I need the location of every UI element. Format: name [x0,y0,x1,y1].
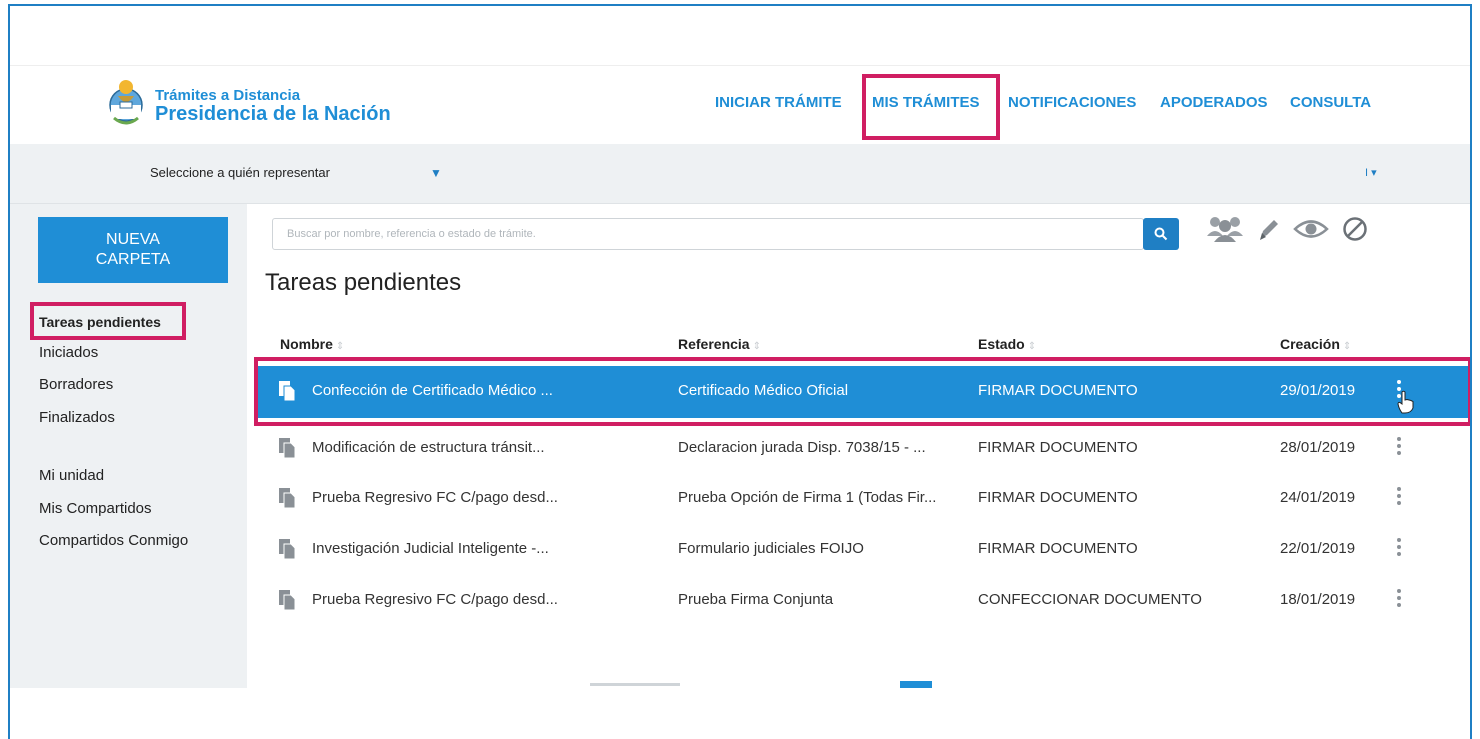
sort-icon: ⇕ [335,341,345,352]
cell-estado: CONFECCIONAR DOCUMENTO [978,591,1202,608]
pencil-icon[interactable] [1257,216,1281,242]
sidebar-item-finalizados[interactable]: Finalizados [39,409,115,426]
column-header-estado[interactable]: Estado ⇕ [978,336,1036,352]
sidebar-item-iniciados[interactable]: Iniciados [39,344,98,361]
cell-creacion: 28/01/2019 [1280,439,1356,456]
cell-estado: FIRMAR DOCUMENTO [978,489,1138,506]
table-row[interactable]: Modificación de estructura tránsit... De… [256,423,1470,475]
cell-referencia: Formulario judiciales FOIJO [678,540,864,557]
highlight-tareas-pendientes [30,302,186,340]
column-header-referencia[interactable]: Referencia ⇕ [678,336,761,352]
column-referencia-label: Referencia [678,336,750,352]
cell-estado: FIRMAR DOCUMENTO [978,439,1138,456]
brand-line1: Trámites a Distancia [155,87,301,104]
eye-icon[interactable] [1293,216,1329,242]
document-icon [279,438,296,459]
nav-consulta[interactable]: CONSULTA [1290,94,1371,111]
sidebar-item-mi-unidad[interactable]: Mi unidad [39,467,104,484]
row-menu-icon[interactable] [1397,437,1403,459]
cell-nombre: Investigación Judicial Inteligente -... [312,540,549,557]
document-icon [279,539,296,560]
cell-nombre: Modificación de estructura tránsit... [312,439,545,456]
column-creacion-label: Creación [1280,336,1340,352]
sidebar-item-borradores[interactable]: Borradores [39,376,113,393]
header: Trámites a Distancia Presidencia de la N… [10,66,1470,146]
group-icon[interactable] [1205,214,1245,244]
nav-apoderados[interactable]: APODERADOS [1160,94,1268,111]
nav-iniciar-tramite[interactable]: INICIAR TRÁMITE [715,94,842,111]
search-button[interactable] [1143,218,1179,250]
search-icon [1154,227,1168,241]
cell-creacion: 18/01/2019 [1280,591,1356,608]
pagination-current-page[interactable] [900,681,932,688]
highlight-selected-row [254,357,1470,426]
represent-dropdown-caret[interactable]: ▼ [430,166,442,180]
highlight-mis-tramites [862,74,1000,140]
app-window: Trámites a Distancia Presidencia de la N… [10,66,1470,688]
cell-referencia: Prueba Firma Conjunta [678,591,834,608]
toolbar [1205,214,1369,244]
national-seal-icon [109,80,143,125]
column-estado-label: Estado [978,336,1025,352]
sort-icon: ⇕ [1027,341,1037,352]
cell-creacion: 24/01/2019 [1280,489,1356,506]
sidebar-item-compartidos-conmigo[interactable]: Compartidos Conmigo [39,532,188,549]
table-row[interactable]: Investigación Judicial Inteligente -... … [256,524,1470,576]
user-dropdown-caret[interactable]: I ▾ [1365,166,1377,179]
represent-label[interactable]: Seleccione a quién representar [150,165,330,180]
column-header-nombre[interactable]: Nombre ⇕ [280,336,344,352]
row-menu-icon[interactable] [1397,589,1403,611]
search-input[interactable]: Buscar por nombre, referencia o estado d… [272,218,1144,250]
page-title: Tareas pendientes [265,269,462,296]
sort-icon: ⇕ [1342,341,1352,352]
table-row[interactable]: Prueba Regresivo FC C/pago desd... Prueb… [256,473,1470,525]
new-folder-label: NUEVA CARPETA [95,231,171,268]
column-header-creacion[interactable]: Creación ⇕ [1280,336,1351,352]
represent-bar: Seleccione a quién representar ▼ I ▾ [10,144,1470,204]
document-icon [279,488,296,509]
cell-creacion: 22/01/2019 [1280,540,1356,557]
brand-line2: Presidencia de la Nación [155,103,391,125]
row-menu-icon[interactable] [1397,538,1403,560]
cell-nombre: Prueba Regresivo FC C/pago desd... [312,591,558,608]
cell-nombre: Prueba Regresivo FC C/pago desd... [312,489,558,506]
ban-icon[interactable] [1341,215,1369,243]
row-menu-icon[interactable] [1397,487,1403,509]
sidebar-item-mis-compartidos[interactable]: Mis Compartidos [39,500,152,517]
table-row[interactable]: Prueba Regresivo FC C/pago desd... Prueb… [256,575,1470,627]
cell-estado: FIRMAR DOCUMENTO [978,540,1138,557]
cell-referencia: Prueba Opción de Firma 1 (Todas Fir... [678,489,937,506]
pagination-bar[interactable] [590,683,680,686]
new-folder-button[interactable]: NUEVA CARPETA [38,217,228,283]
sidebar: NUEVA CARPETA Tareas pendientes Iniciado… [10,204,247,688]
nav-notificaciones[interactable]: NOTIFICACIONES [1008,94,1136,111]
document-icon [279,590,296,611]
cell-referencia: Declaracion jurada Disp. 7038/15 - ... [678,439,926,456]
search-placeholder: Buscar por nombre, referencia o estado d… [287,228,536,240]
column-nombre-label: Nombre [280,336,333,352]
brand[interactable]: Trámites a Distancia Presidencia de la N… [155,88,391,125]
sort-icon: ⇕ [752,341,761,352]
